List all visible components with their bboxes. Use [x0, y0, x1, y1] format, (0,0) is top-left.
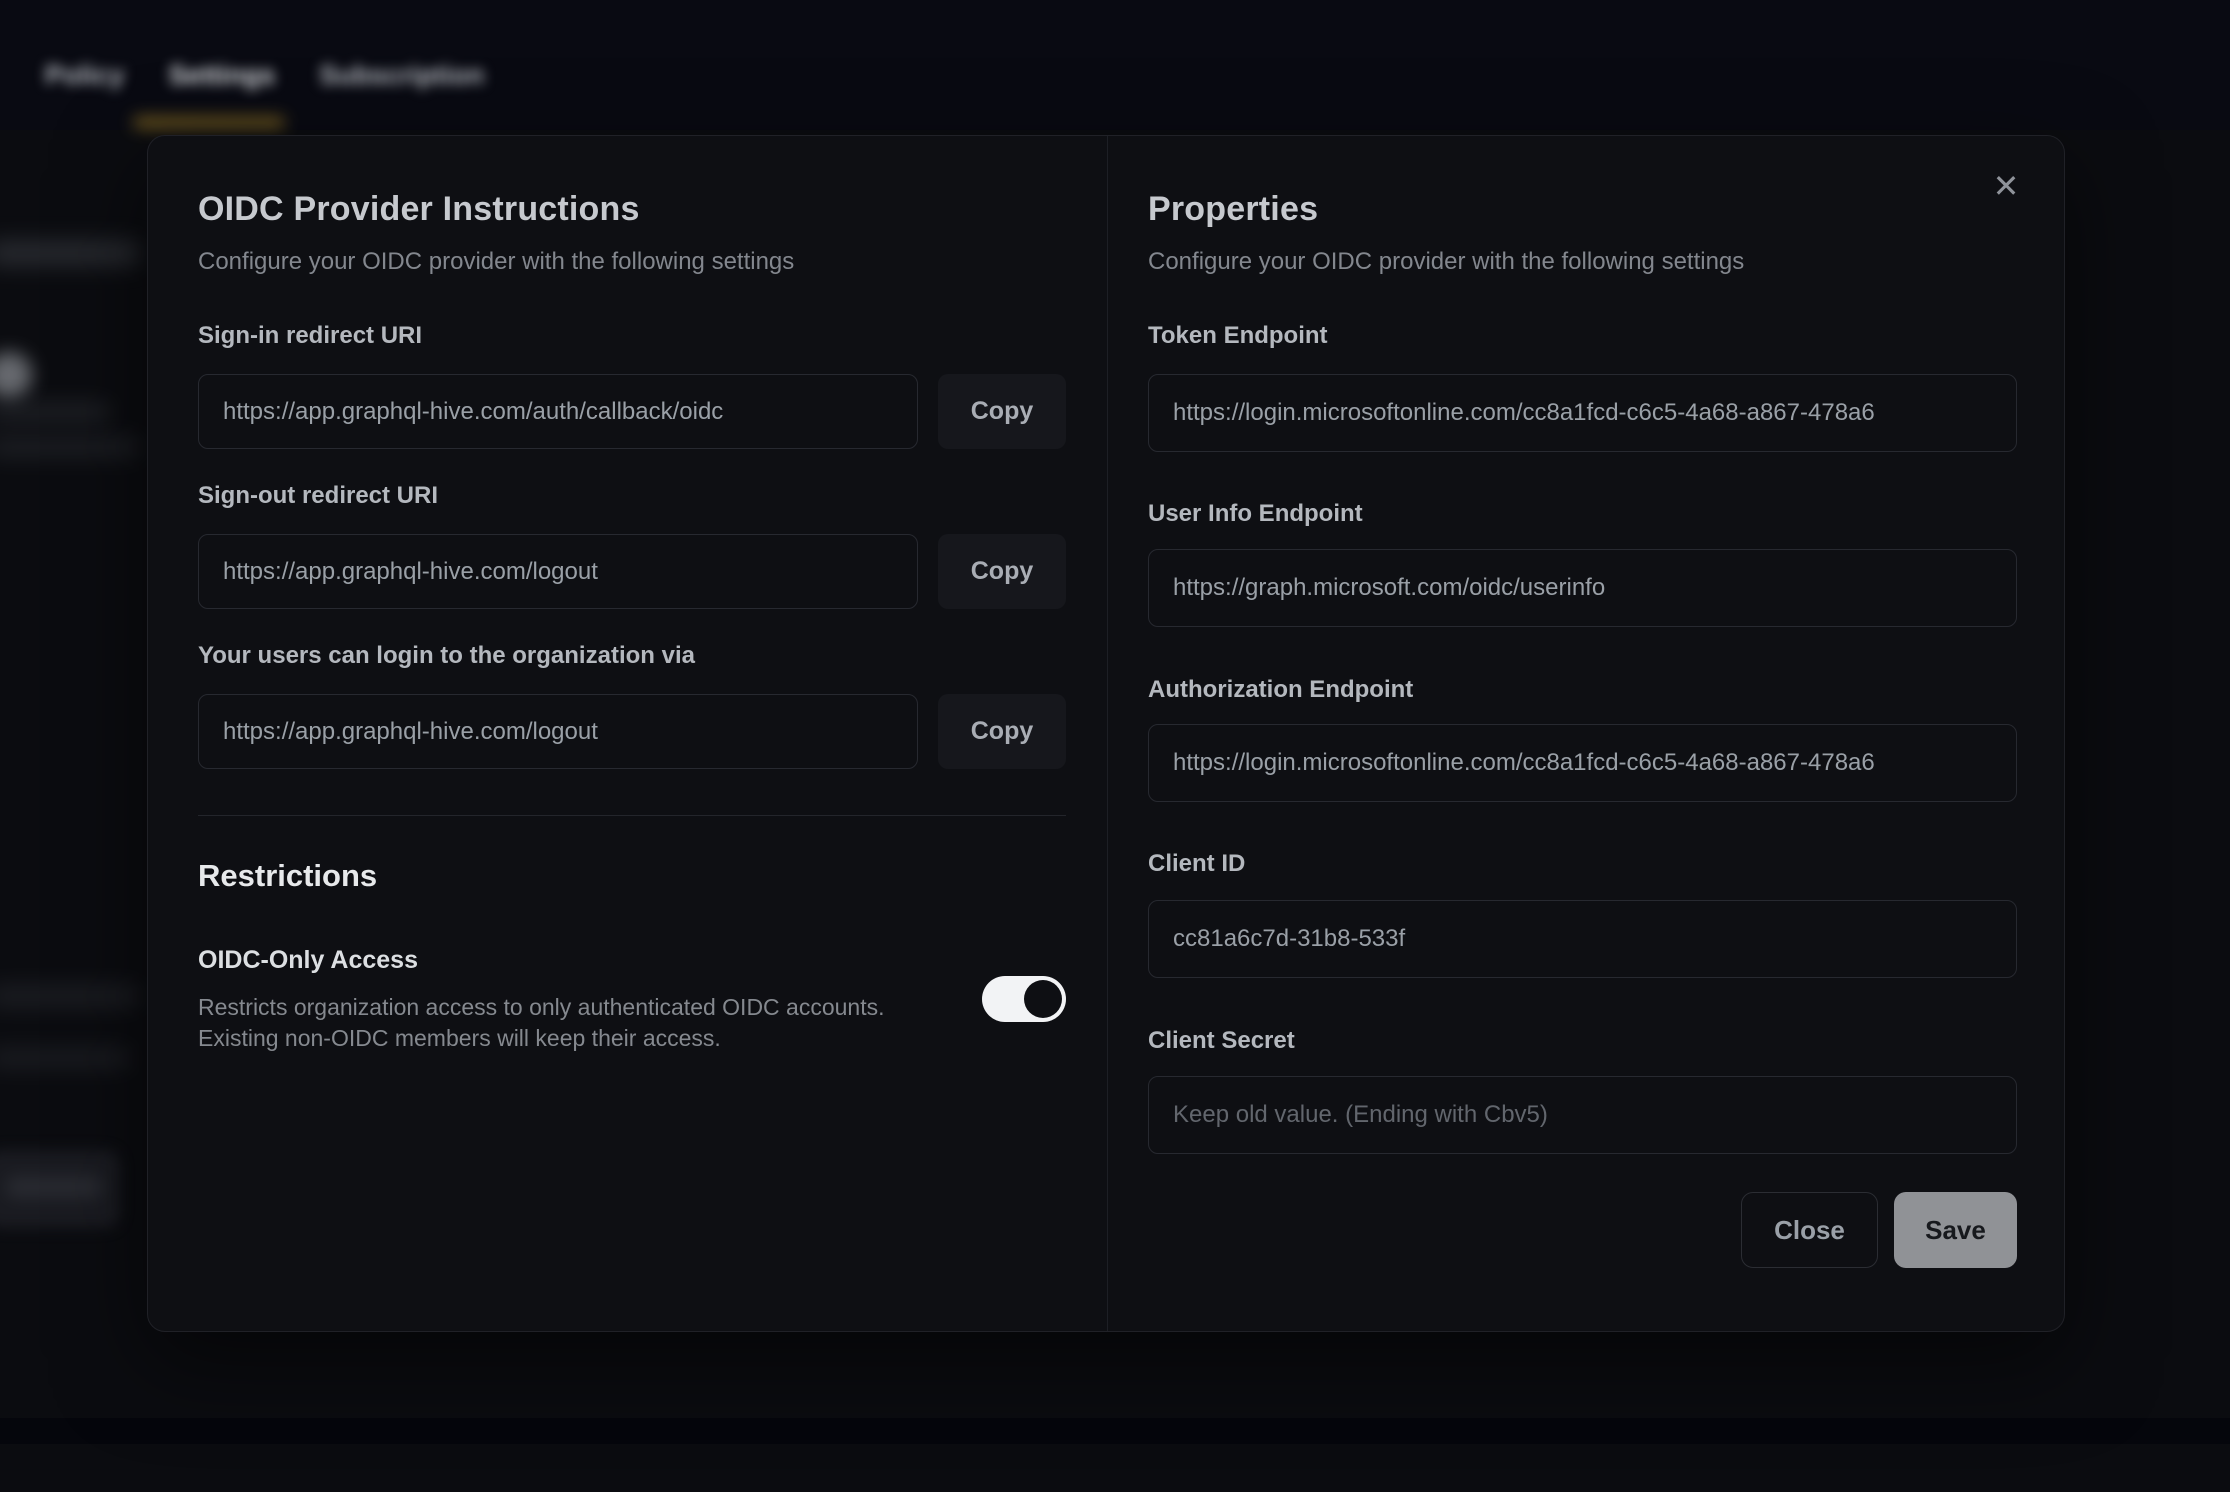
instructions-subtitle: Configure your OIDC provider with the fo…	[198, 248, 794, 276]
signin-redirect-uri-label: Sign-in redirect URI	[198, 322, 422, 350]
blurred-background-button-label	[6, 1176, 102, 1198]
token-endpoint-input[interactable]	[1148, 374, 2017, 452]
user-info-endpoint-input[interactable]	[1148, 549, 2017, 627]
properties-title: Properties	[1148, 190, 1318, 229]
copy-button[interactable]: Copy	[938, 374, 1066, 449]
client-id-input[interactable]	[1148, 900, 2017, 978]
tab-subscription[interactable]: Subscription	[319, 60, 484, 91]
oidc-only-access-label: OIDC-Only Access	[198, 946, 418, 975]
blurred-background-text	[0, 436, 140, 458]
description-line: Existing non-OIDC members will keep thei…	[198, 1023, 898, 1054]
tab-policy[interactable]: Policy	[45, 60, 125, 91]
authorization-endpoint-label: Authorization Endpoint	[1148, 676, 1413, 704]
organization-login-uri-row: Copy	[198, 694, 1066, 769]
active-tab-underline	[133, 117, 285, 128]
modal-column-divider	[1107, 136, 1108, 1331]
properties-column: Properties Configure your OIDC provider …	[1148, 136, 2017, 1331]
client-id-label: Client ID	[1148, 850, 1245, 878]
blurred-background-text	[0, 1047, 130, 1069]
organization-login-uri-input[interactable]	[198, 694, 918, 769]
signout-redirect-uri-input[interactable]	[198, 534, 918, 609]
instructions-column: OIDC Provider Instructions Configure you…	[198, 136, 1066, 1331]
signout-redirect-uri-label: Sign-out redirect URI	[198, 482, 438, 510]
restrictions-title: Restrictions	[198, 858, 377, 894]
token-endpoint-label: Token Endpoint	[1148, 322, 1328, 350]
signout-redirect-uri-row: Copy	[198, 534, 1066, 609]
blurred-background-text	[0, 984, 140, 1008]
properties-subtitle: Configure your OIDC provider with the fo…	[1148, 248, 1744, 276]
signin-redirect-uri-input[interactable]	[198, 374, 918, 449]
blurred-background-text	[0, 402, 110, 422]
oidc-only-access-description: Restricts organization access to only au…	[198, 992, 898, 1054]
blurred-background-text	[0, 240, 140, 266]
copy-button[interactable]: Copy	[938, 694, 1066, 769]
description-line: Restricts organization access to only au…	[198, 992, 898, 1023]
oidc-only-toggle[interactable]	[982, 976, 1066, 1022]
signin-redirect-uri-row: Copy	[198, 374, 1066, 449]
close-button[interactable]: Close	[1741, 1192, 1878, 1268]
background-footer-band	[0, 1418, 2230, 1444]
background-tab-bar: Policy Settings Subscription	[0, 0, 2230, 130]
user-info-endpoint-label: User Info Endpoint	[1148, 500, 1363, 528]
background-tabs: Policy Settings Subscription	[45, 60, 484, 91]
save-button[interactable]: Save	[1894, 1192, 2017, 1268]
copy-button[interactable]: Copy	[938, 534, 1066, 609]
screen: Policy Settings Subscription ✕ OIDC Prov…	[0, 0, 2230, 1492]
client-secret-label: Client Secret	[1148, 1027, 1295, 1055]
tab-settings[interactable]: Settings	[169, 60, 276, 91]
oidc-provider-modal: ✕ OIDC Provider Instructions Configure y…	[147, 135, 2065, 1332]
blurred-background-avatar	[0, 352, 32, 398]
client-secret-input[interactable]	[1148, 1076, 2017, 1154]
toggle-knob	[1024, 980, 1062, 1018]
modal-footer: Close Save	[1148, 1192, 2017, 1268]
instructions-title: OIDC Provider Instructions	[198, 190, 640, 229]
section-divider	[198, 815, 1066, 816]
organization-login-uri-label: Your users can login to the organization…	[198, 642, 695, 670]
authorization-endpoint-input[interactable]	[1148, 724, 2017, 802]
